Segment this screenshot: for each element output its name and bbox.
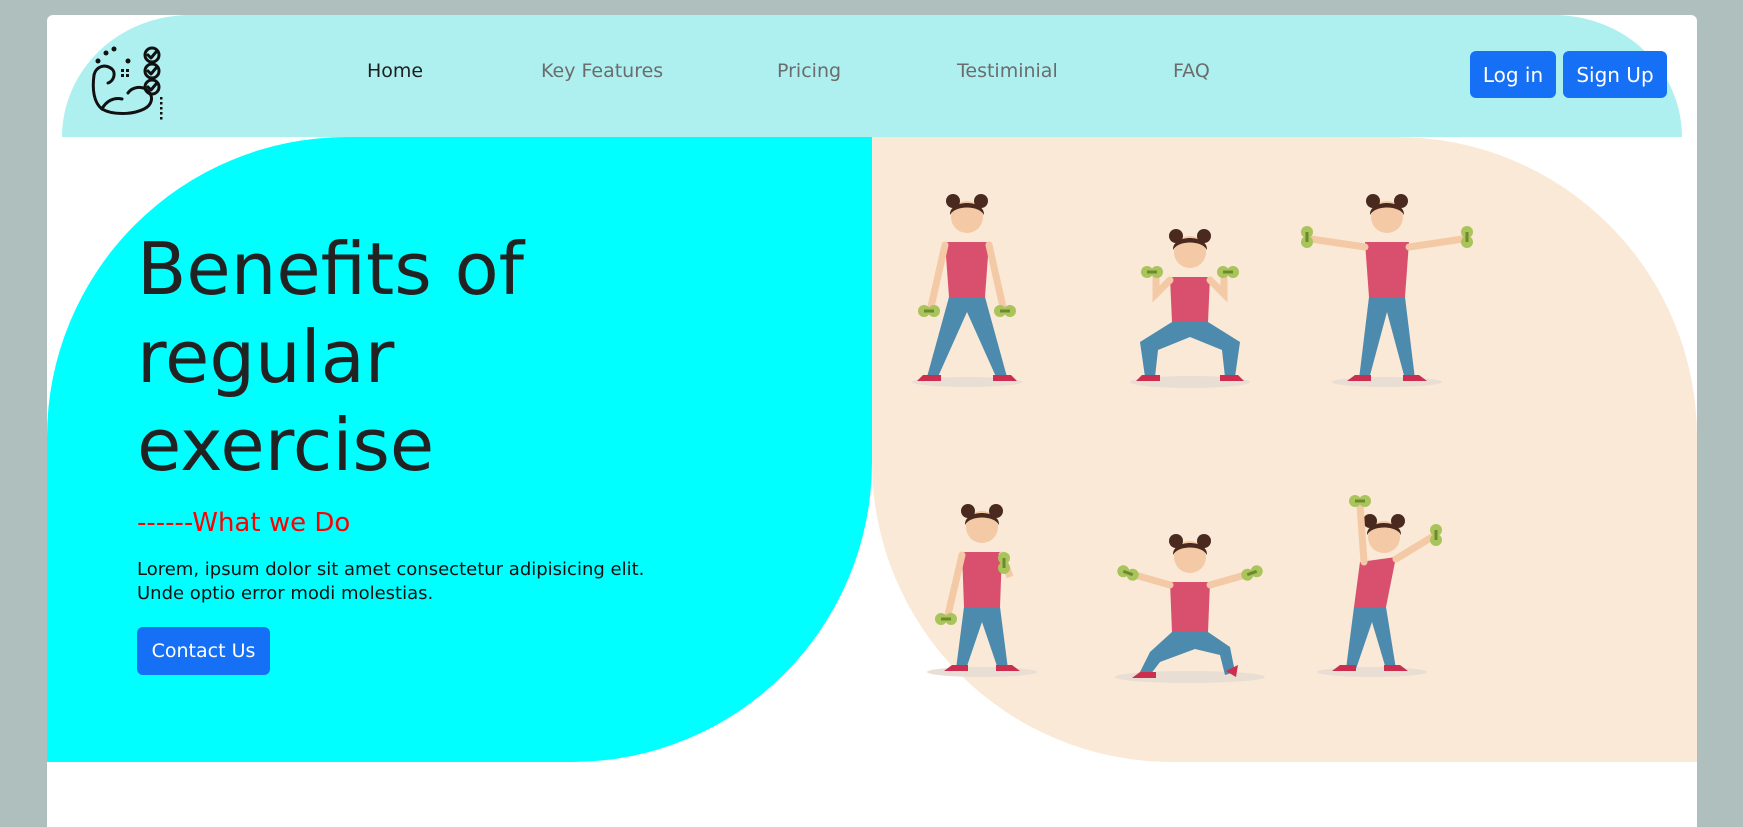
login-button[interactable]: Log in	[1470, 51, 1556, 98]
nav-link-faq[interactable]: FAQ	[1173, 60, 1210, 82]
nav-link-testiminial[interactable]: Testiminial	[957, 60, 1058, 82]
woman-dumbbell-exercises-illustration	[912, 194, 1473, 683]
signup-button[interactable]: Sign Up	[1563, 51, 1667, 98]
contact-us-button[interactable]: Contact Us	[137, 627, 270, 675]
hero-illustration-panel	[872, 137, 1697, 762]
hero-subtitle: ------What we Do	[137, 508, 351, 538]
hero-description: Lorem, ipsum dolor sit amet consectetur …	[137, 559, 645, 604]
page-container: Home Key Features Pricing Testiminial FA…	[47, 15, 1697, 827]
navbar: Home Key Features Pricing Testiminial FA…	[62, 15, 1682, 137]
nav-link-pricing[interactable]: Pricing	[777, 60, 841, 82]
hero-title: Benefits of regular exercise	[137, 227, 524, 487]
nav-link-home[interactable]: Home	[367, 60, 423, 82]
nav-link-key-features[interactable]: Key Features	[541, 60, 663, 82]
hero-text-panel: Benefits of regular exercise ------What …	[47, 137, 872, 762]
fitness-logo-icon[interactable]	[88, 35, 170, 121]
